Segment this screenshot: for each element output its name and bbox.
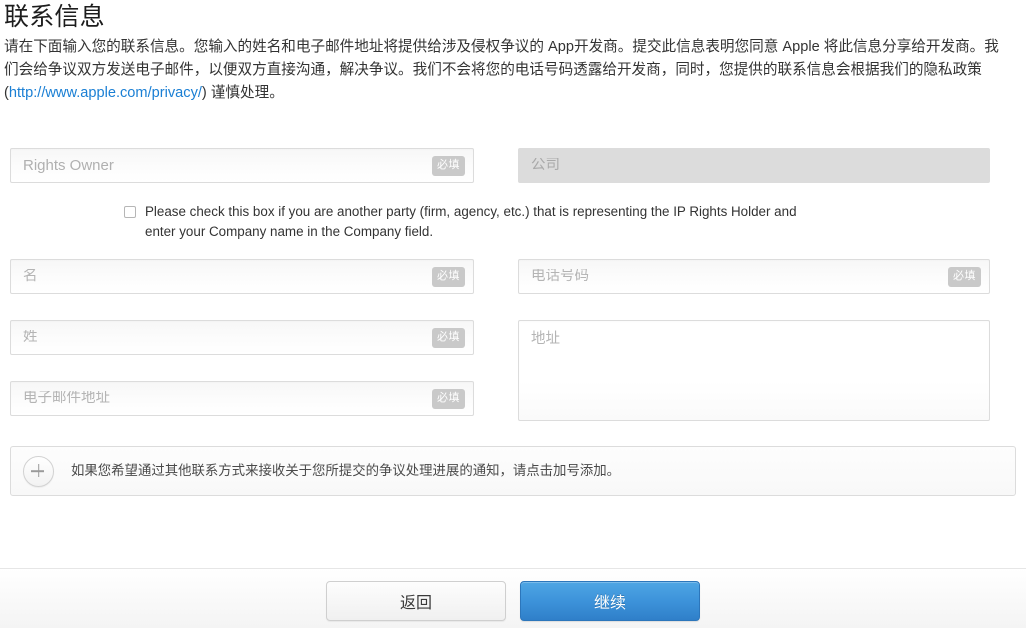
rights-owner-required-badge: 必填 (432, 155, 465, 176)
form-row-firstname-phone: 名 必填 电话号码 必填 (0, 259, 1026, 294)
plus-icon[interactable] (23, 455, 54, 487)
company-field[interactable]: 公司 (518, 148, 990, 183)
agency-checkbox-row: Please check this box if you are another… (0, 202, 1026, 241)
phone-placeholder: 电话号码 (531, 269, 589, 284)
phone-required-badge: 必填 (948, 266, 981, 287)
intro-text-part-2: ) 谨慎处理。 (201, 85, 284, 101)
field-spacer (10, 355, 474, 381)
address-field[interactable]: 地址 (518, 320, 990, 421)
email-required-badge: 必填 (432, 388, 465, 409)
form-col-right: 地址 (518, 320, 990, 421)
last-name-placeholder: 姓 (23, 330, 38, 345)
form-row-lastname-address: 姓 必填 电子邮件地址 必填 地址 (0, 320, 1026, 421)
form-col-right: 电话号码 必填 (518, 259, 990, 294)
form-col-right: 公司 (518, 148, 990, 183)
contact-information-page: 联系信息 请在下面输入您的联系信息。您输入的姓名和电子邮件地址将提供给涉及侵权争… (0, 0, 1026, 628)
page-intro: 请在下面输入您的联系信息。您输入的姓名和电子邮件地址将提供给涉及侵权争议的 Ap… (4, 36, 1012, 105)
form-col-left: 名 必填 (10, 259, 474, 294)
form-col-left: Rights Owner 必填 (10, 148, 474, 183)
rights-owner-field[interactable]: Rights Owner 必填 (10, 148, 474, 183)
phone-field[interactable]: 电话号码 必填 (518, 259, 990, 294)
last-name-required-badge: 必填 (432, 327, 465, 348)
contact-form: Rights Owner 必填 公司 Please check this box… (0, 148, 1026, 496)
privacy-policy-link[interactable]: http://www.apple.com/privacy/ (9, 85, 202, 101)
page-header: 联系信息 请在下面输入您的联系信息。您输入的姓名和电子邮件地址将提供给涉及侵权争… (0, 0, 1026, 105)
email-placeholder: 电子邮件地址 (23, 391, 110, 406)
form-row-owner-company: Rights Owner 必填 公司 (0, 148, 1026, 183)
first-name-required-badge: 必填 (432, 266, 465, 287)
email-field[interactable]: 电子邮件地址 必填 (10, 381, 474, 416)
agency-checkbox-label[interactable]: Please check this box if you are another… (145, 202, 821, 241)
continue-button[interactable]: 继续 (520, 581, 700, 621)
page-title: 联系信息 (4, 3, 105, 31)
form-col-left: 姓 必填 电子邮件地址 必填 (10, 320, 474, 416)
company-placeholder: 公司 (531, 158, 560, 173)
agency-checkbox[interactable] (124, 206, 136, 218)
rights-owner-placeholder: Rights Owner (23, 158, 114, 173)
form-footer: 返回 继续 (0, 568, 1026, 628)
back-button[interactable]: 返回 (326, 581, 506, 621)
address-placeholder: 地址 (531, 331, 560, 347)
first-name-field[interactable]: 名 必填 (10, 259, 474, 294)
add-contact-method-text: 如果您希望通过其他联系方式来接收关于您所提交的争议处理进展的通知，请点击加号添加… (71, 463, 621, 479)
last-name-field[interactable]: 姓 必填 (10, 320, 474, 355)
add-contact-method-bar[interactable]: 如果您希望通过其他联系方式来接收关于您所提交的争议处理进展的通知，请点击加号添加… (10, 446, 1016, 496)
first-name-placeholder: 名 (23, 269, 38, 284)
